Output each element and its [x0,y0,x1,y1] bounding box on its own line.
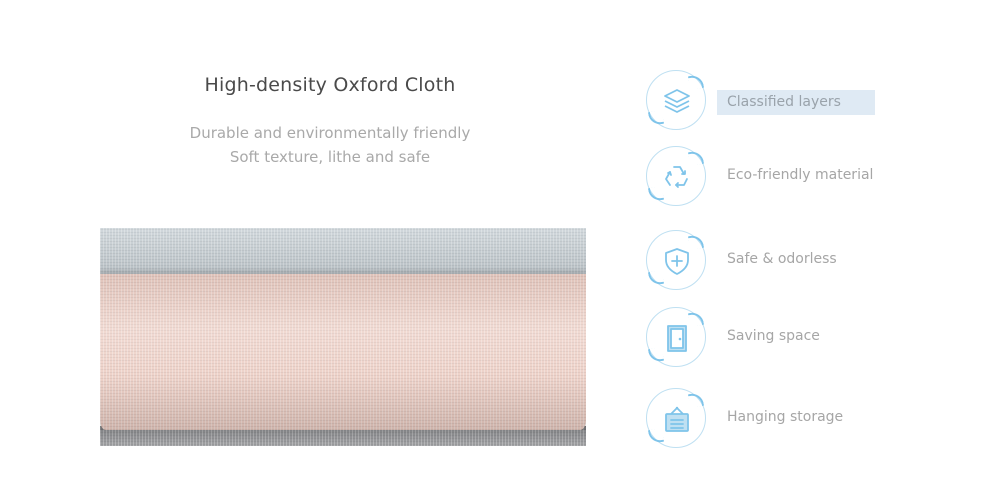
door-icon [667,325,687,352]
feature-saving-space: Saving space [646,307,946,371]
feature-label: Hanging storage [727,409,844,425]
feature-classified-layers: Classified layers [646,70,946,134]
feature-safe-odorless: Safe & odorless [646,230,946,294]
shield-icon [665,248,689,275]
feature-label: Eco-friendly material [727,167,874,183]
product-title: High-density Oxford Cloth [204,74,456,96]
fabric-photo [100,228,586,446]
feature-label: Safe & odorless [727,251,837,267]
feature-eco-friendly-material: Eco-friendly material [646,146,946,210]
recycle-icon [665,166,688,188]
product-subtitle-line-1: Durable and environmentally friendly [189,124,471,142]
feature-label: Classified layers [717,90,875,115]
product-subtitle-line-2: Soft texture, lithe and safe [229,148,431,166]
fabric-layer-pink [100,274,586,430]
hanging-storage-icon [665,406,689,432]
feature-label: Saving space [727,328,820,344]
feature-hanging-storage: Hanging storage [646,388,946,452]
layers-icon [664,89,690,113]
